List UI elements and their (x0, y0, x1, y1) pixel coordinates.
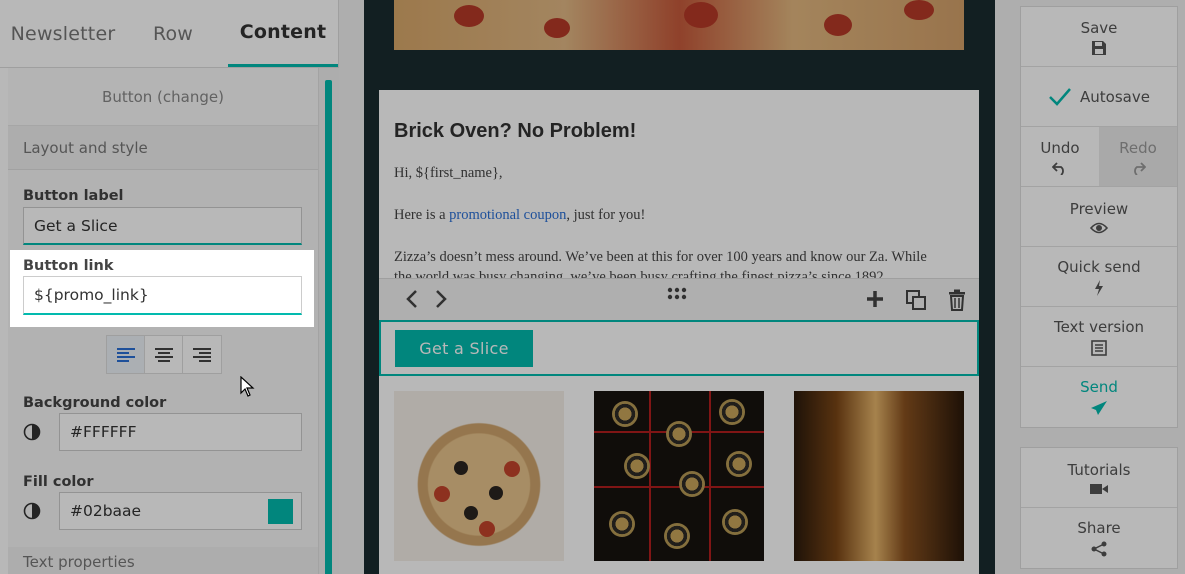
chevron-right-icon[interactable] (433, 289, 449, 309)
quick-send-label: Quick send (1057, 257, 1141, 276)
pizza-hero-image (394, 0, 964, 50)
drop-icon[interactable] (23, 423, 41, 441)
chevron-left-icon[interactable] (404, 289, 420, 309)
help-sidebar: Tutorials Share (1020, 447, 1178, 569)
section-text-properties[interactable]: Text properties (8, 547, 318, 574)
email-content-block[interactable]: Brick Oven? No Problem! Hi, ${first_name… (379, 90, 979, 574)
button-link-label: Button link (23, 258, 114, 274)
redo-icon (1134, 161, 1146, 175)
trash-icon[interactable] (948, 289, 966, 311)
tab-row[interactable]: Row (118, 0, 228, 67)
share-label: Share (1077, 519, 1121, 537)
align-left-button[interactable] (107, 336, 145, 373)
email-greeting[interactable]: Hi, ${first_name}, (394, 165, 503, 182)
check-icon (1049, 87, 1071, 106)
section-layout-style[interactable]: Layout and style (8, 126, 318, 170)
duplicate-icon[interactable] (905, 289, 927, 311)
redo-button[interactable]: Redo (1099, 127, 1177, 186)
email-paragraph-line2-text: the world was busy changing, we’ve been … (394, 269, 884, 278)
mouse-cursor-icon (240, 376, 255, 397)
panel-tabs: Newsletter Row Content (0, 0, 338, 68)
button-block-selected[interactable]: Get a Slice (379, 320, 979, 376)
panel-scrollbar[interactable] (318, 68, 339, 574)
undo-redo-row: Undo Redo (1021, 127, 1177, 187)
undo-label: Undo (1040, 138, 1080, 157)
align-center-button[interactable] (145, 336, 183, 373)
button-label-input[interactable]: Get a Slice (23, 207, 302, 245)
tutorials-label: Tutorials (1067, 460, 1131, 479)
preview-button[interactable]: Preview (1021, 187, 1177, 247)
send-label: Send (1080, 378, 1118, 396)
email-coupon-line[interactable]: Here is a promotional coupon, just for y… (394, 207, 645, 224)
background-color-input[interactable]: #FFFFFF (59, 413, 302, 451)
align-right-button[interactable] (183, 336, 221, 373)
fill-color-swatch[interactable] (268, 499, 293, 524)
text-version-label: Text version (1053, 317, 1145, 336)
fill-color-value: #02baae (70, 502, 142, 520)
button-label-label: Button label (23, 188, 124, 204)
background-color-label: Background color (23, 395, 167, 411)
align-right-icon (193, 347, 211, 362)
fill-color-input[interactable]: #02baae (59, 492, 302, 530)
pizza-photo[interactable] (394, 391, 564, 561)
share-icon (1091, 541, 1107, 557)
coupon-prefix: Here is a (394, 207, 450, 223)
fill-color-label: Fill color (23, 474, 94, 490)
quick-send-button[interactable]: Quick send (1021, 247, 1177, 307)
undo-icon (1052, 161, 1064, 175)
block-toolbar (379, 278, 979, 320)
autosave-label: Autosave (1080, 87, 1150, 106)
video-icon (1090, 483, 1108, 494)
button-link-spotlight: Button link ${promo_link} (10, 250, 314, 327)
alignment-group (106, 335, 222, 374)
plus-icon[interactable] (865, 289, 885, 309)
coupon-suffix: , just for you! (566, 207, 646, 223)
tab-newsletter[interactable]: Newsletter (8, 0, 118, 67)
cta-button[interactable]: Get a Slice (395, 330, 533, 367)
paper-plane-icon (1091, 401, 1107, 415)
block-type-change[interactable]: Button (change) (8, 68, 318, 126)
share-button[interactable]: Share (1021, 508, 1177, 568)
align-left-icon (116, 347, 135, 362)
email-paragraph-line1[interactable]: Zizza’s doesn’t mess around. We’ve been … (394, 249, 927, 266)
restaurant-photo[interactable] (794, 391, 964, 561)
save-button[interactable]: Save (1021, 7, 1177, 67)
send-button[interactable]: Send (1021, 367, 1177, 427)
eye-icon (1090, 222, 1108, 233)
button-link-input[interactable]: ${promo_link} (23, 276, 302, 315)
coupon-link[interactable]: promotional coupon (449, 207, 566, 223)
scrollbar-thumb[interactable] (325, 80, 332, 574)
text-version-button[interactable]: Text version (1021, 307, 1177, 367)
actions-sidebar: Save Autosave Undo Redo Preview Quick se… (1020, 6, 1178, 428)
email-heading[interactable]: Brick Oven? No Problem! (394, 120, 636, 143)
tab-content[interactable]: Content (228, 0, 338, 67)
save-label: Save (1080, 18, 1118, 37)
email-canvas: Brick Oven? No Problem! Hi, ${first_name… (364, 0, 995, 574)
align-center-icon (154, 347, 173, 362)
email-paragraph-line2[interactable]: the world was busy changing, we’ve been … (394, 269, 884, 278)
undo-button[interactable]: Undo (1021, 127, 1099, 186)
floppy-icon (1092, 40, 1106, 55)
bolt-icon (1095, 279, 1103, 296)
tutorials-button[interactable]: Tutorials (1021, 448, 1177, 508)
document-icon (1091, 339, 1107, 356)
beer-caps-photo[interactable] (594, 391, 764, 561)
drag-grip-icon[interactable] (667, 287, 687, 301)
drop-icon[interactable] (23, 502, 41, 520)
redo-label: Redo (1119, 138, 1157, 157)
autosave-toggle[interactable]: Autosave (1021, 67, 1177, 127)
preview-label: Preview (1069, 199, 1129, 218)
